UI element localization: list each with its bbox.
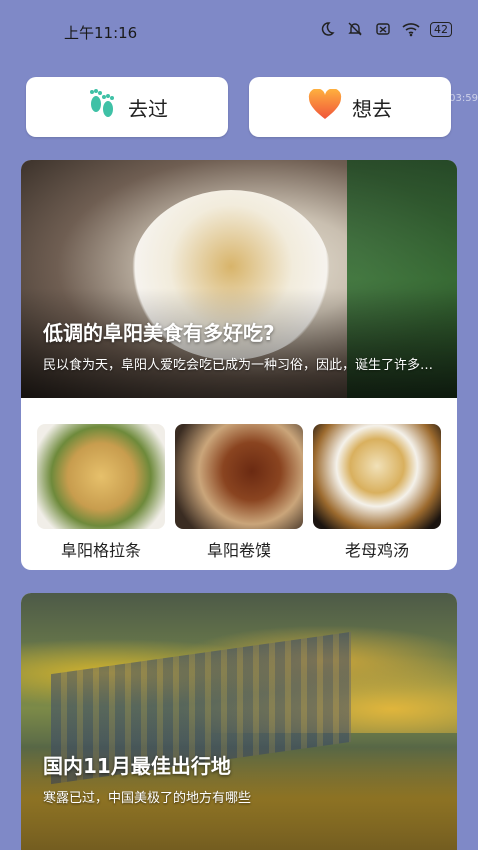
status-time: 上午11:16 bbox=[64, 24, 138, 42]
travel-hero-image[interactable]: 国内11月最佳出行地 寒露已过，中国美极了的地方有哪些 bbox=[21, 593, 457, 850]
moon-icon bbox=[318, 20, 336, 38]
food-thumb-label[interactable]: 阜阳卷馍 bbox=[175, 537, 303, 561]
bell-muted-icon bbox=[346, 20, 364, 38]
food-feature-title: 低调的阜阳美食有多好吃? bbox=[43, 321, 275, 345]
food-feature-card[interactable]: 低调的阜阳美食有多好吃? 民以食为天，阜阳人爱吃会吃已成为一种习俗，因此，诞生了… bbox=[21, 160, 457, 570]
overlay-timer: 03:59 bbox=[449, 93, 478, 104]
status-bar: 上午11:16 42 bbox=[0, 0, 478, 60]
status-icons: 42 bbox=[318, 20, 452, 38]
want-to-go-label: 想去 bbox=[352, 96, 392, 121]
travel-feature-card[interactable]: 国内11月最佳出行地 寒露已过，中国美极了的地方有哪些 bbox=[21, 593, 457, 850]
food-thumb-chicken-soup[interactable] bbox=[313, 424, 441, 529]
footprints-icon bbox=[86, 87, 118, 127]
been-there-label: 去过 bbox=[128, 96, 168, 121]
battery-icon: 42 bbox=[430, 21, 452, 37]
food-thumb-label[interactable]: 阜阳格拉条 bbox=[37, 537, 165, 561]
food-thumb-juanmo[interactable] bbox=[175, 424, 303, 529]
want-to-go-button[interactable]: 想去 bbox=[249, 77, 451, 137]
been-there-button[interactable]: 去过 bbox=[26, 77, 228, 137]
food-hero-image[interactable]: 低调的阜阳美食有多好吃? 民以食为天，阜阳人爱吃会吃已成为一种习俗，因此，诞生了… bbox=[21, 160, 457, 398]
travel-feature-title: 国内11月最佳出行地 bbox=[43, 754, 231, 778]
sim-disabled-icon bbox=[374, 20, 392, 38]
food-thumb-label[interactable]: 老母鸡汤 bbox=[313, 537, 441, 561]
wifi-icon bbox=[402, 20, 420, 38]
heart-icon bbox=[308, 88, 342, 125]
travel-feature-subtitle: 寒露已过，中国美极了的地方有哪些 bbox=[43, 791, 252, 806]
food-thumbnails: 阜阳格拉条 阜阳卷馍 老母鸡汤 bbox=[21, 424, 457, 564]
food-feature-subtitle: 民以食为天，阜阳人爱吃会吃已成为一种习俗，因此，诞生了许多让人念念不忘的美食。 bbox=[43, 358, 443, 373]
food-thumb-gelatiao[interactable] bbox=[37, 424, 165, 529]
